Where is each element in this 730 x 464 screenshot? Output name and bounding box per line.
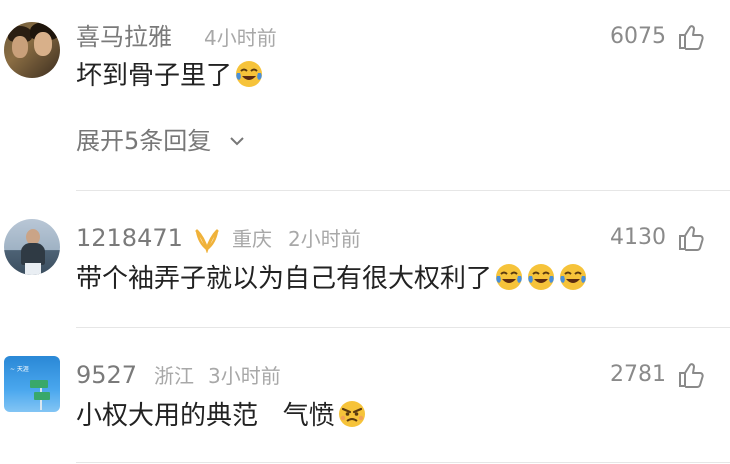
laugh-cry-emoji-icon	[236, 61, 263, 87]
comment-item: 1218471 重庆 2小时前 4130 带个袖弄子就以为自己有很大权利了	[0, 191, 730, 328]
vip-badge-icon	[195, 229, 219, 253]
thumbs-up-icon[interactable]	[676, 360, 706, 390]
comment-text-content: 小权大用的典范 气愤	[76, 401, 335, 431]
username[interactable]: 喜马拉雅	[76, 22, 172, 52]
expand-replies-button[interactable]: 展开5条回复	[76, 126, 247, 156]
laugh-cry-emoji-icon	[560, 264, 587, 290]
comment-location: 重庆	[232, 227, 272, 251]
comment-text: 带个袖弄子就以为自己有很大权利了	[76, 261, 588, 297]
comment-text: 小权大用的典范 气愤	[76, 398, 367, 434]
divider	[76, 462, 730, 463]
comment-text-content: 坏到骨子里了	[76, 61, 233, 91]
comment-item: 喜马拉雅 4小时前 6075 坏到骨子里了 展开5条回复	[0, 0, 730, 191]
laugh-cry-emoji-icon	[496, 264, 523, 290]
expand-replies-label: 展开5条回复	[76, 127, 212, 155]
like-count: 2781	[610, 362, 666, 387]
like-count: 4130	[610, 225, 666, 250]
comment-time: 2小时前	[288, 227, 361, 251]
avatar[interactable]: ~ 天涯	[4, 356, 60, 412]
chevron-down-icon	[230, 137, 244, 146]
comment-time: 4小时前	[204, 26, 277, 50]
avatar[interactable]	[4, 22, 60, 78]
username[interactable]: 9527	[76, 360, 137, 390]
comment-item: ~ 天涯 9527 浙江 3小时前 2781 小权大用的典范 气愤	[0, 328, 730, 464]
like-count: 6075	[610, 24, 666, 49]
comment-text-content: 带个袖弄子就以为自己有很大权利了	[76, 264, 493, 294]
comment-text: 坏到骨子里了	[76, 58, 264, 94]
comment-location: 浙江	[154, 364, 194, 388]
avatar[interactable]	[4, 219, 60, 275]
laugh-cry-emoji-icon	[528, 264, 555, 290]
username[interactable]: 1218471	[76, 223, 183, 253]
thumbs-up-icon[interactable]	[676, 223, 706, 253]
angry-face-emoji-icon	[338, 401, 365, 427]
comment-time: 3小时前	[208, 364, 281, 388]
thumbs-up-icon[interactable]	[676, 22, 706, 52]
